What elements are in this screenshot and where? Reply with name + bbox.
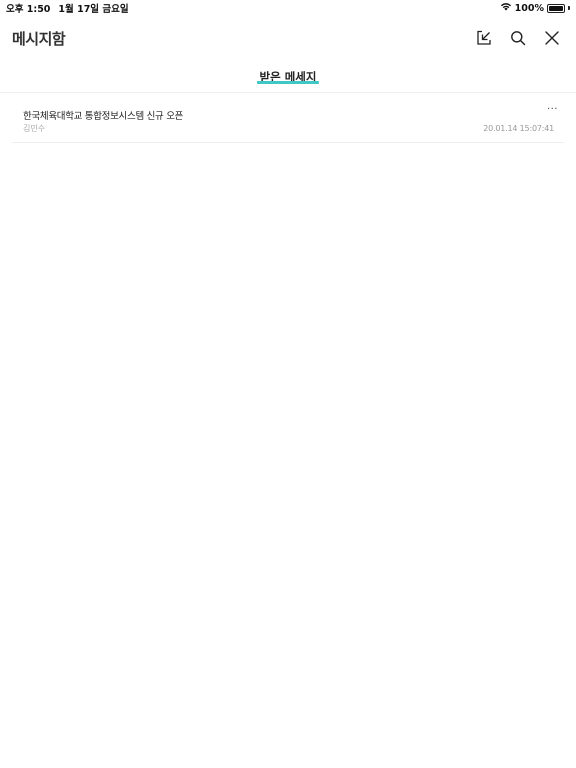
- status-time: 오후 1:50: [6, 4, 51, 15]
- download-button[interactable]: [474, 28, 494, 48]
- search-button[interactable]: [508, 28, 528, 48]
- battery-icon: [547, 3, 565, 13]
- tab-bar: 받은 메세지: [0, 64, 576, 93]
- more-options-icon[interactable]: ···: [547, 104, 558, 115]
- message-sender: 김민수: [23, 124, 46, 133]
- message-list: 한국체육대학교 통합정보시스템 신규 오픈 김민수 20.01.14 15:07…: [12, 100, 564, 143]
- status-right: 100%: [500, 2, 570, 14]
- message-title: 한국체육대학교 통합정보시스템 신규 오픈: [23, 111, 184, 122]
- close-button[interactable]: [542, 28, 562, 48]
- tab-active-indicator: [256, 81, 320, 84]
- search-icon: [511, 31, 526, 46]
- screen: 오후 1:50 1월 17일 금요일 100% 메시지함 받은 메세지 한국체육…: [0, 0, 576, 768]
- message-list-item[interactable]: 한국체육대학교 통합정보시스템 신규 오픈 김민수 20.01.14 15:07…: [12, 100, 564, 143]
- wifi-icon: [500, 2, 512, 14]
- tab-received-messages[interactable]: 받은 메세지: [256, 64, 320, 92]
- battery-tip: [568, 6, 570, 10]
- status-bar: 오후 1:50 1월 17일 금요일 100%: [0, 0, 576, 16]
- battery-percent: 100%: [514, 2, 544, 14]
- status-date: 1월 17일 금요일: [58, 4, 129, 15]
- header-actions: [474, 28, 562, 48]
- status-left: 오후 1:50 1월 17일 금요일: [6, 1, 129, 15]
- download-icon: [477, 30, 491, 45]
- close-icon: [545, 31, 559, 45]
- message-time: 20.01.14 15:07:41: [483, 124, 554, 133]
- header: 메시지함: [0, 20, 576, 56]
- page-title: 메시지함: [12, 29, 66, 48]
